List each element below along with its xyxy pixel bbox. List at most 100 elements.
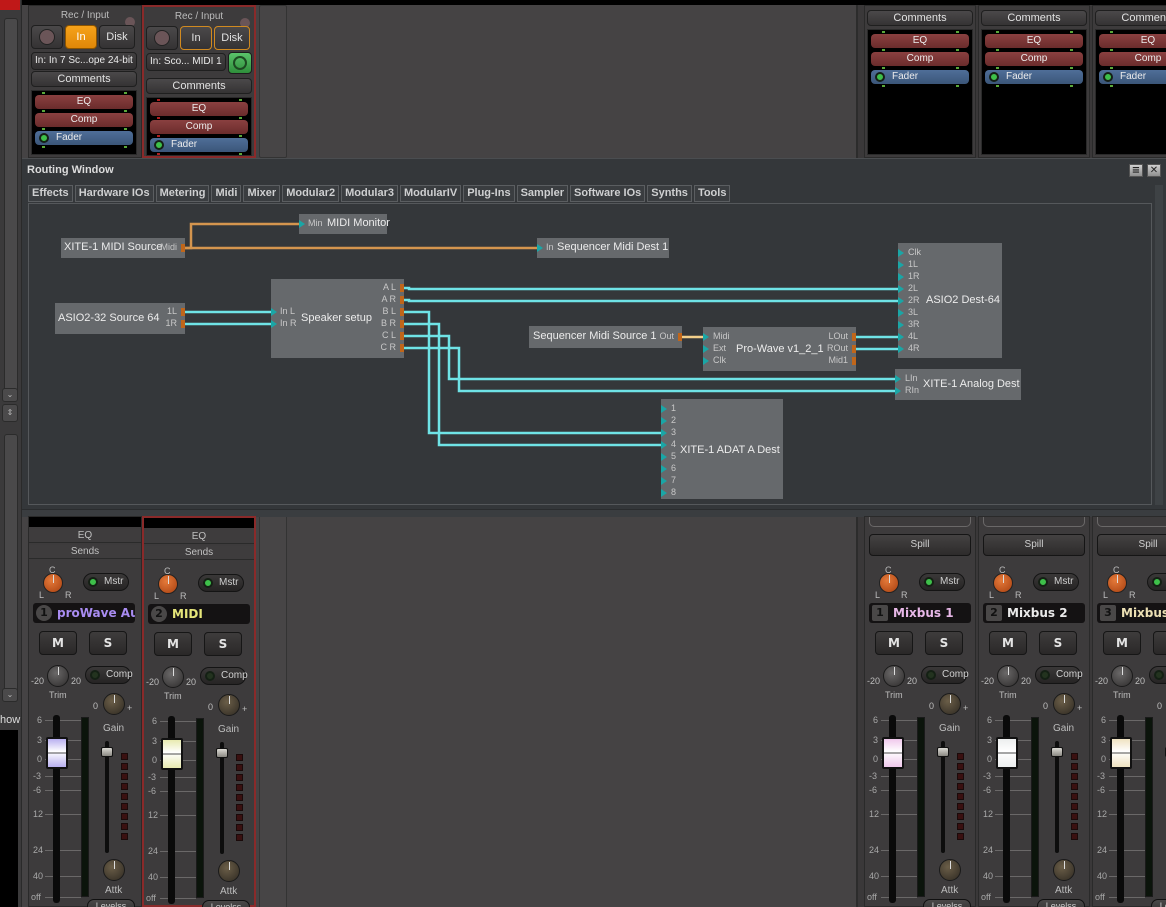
- insert-slot-eq[interactable]: EQ: [150, 102, 248, 116]
- levels-button[interactable]: Levelss: [1151, 899, 1166, 907]
- insert-slot-comp[interactable]: Comp: [985, 52, 1083, 66]
- master-assign-button[interactable]: Mstr: [1147, 573, 1166, 591]
- routing-canvas[interactable]: XITE-1 MIDI Source Midi MIDI Monitor Min Seq…: [28, 203, 1152, 505]
- pan-knob[interactable]: [1107, 573, 1127, 593]
- comments-button[interactable]: Comments: [981, 10, 1087, 26]
- master-assign-button[interactable]: Mstr: [83, 573, 129, 591]
- input-port-icon[interactable]: [661, 489, 667, 497]
- tab-synths[interactable]: Synths: [647, 185, 692, 202]
- output-port-icon[interactable]: [678, 333, 682, 341]
- volume-fader-handle[interactable]: [996, 737, 1018, 769]
- gain-fader-track[interactable]: [220, 742, 224, 854]
- input-port-icon[interactable]: [703, 333, 709, 341]
- output-port-icon[interactable]: [181, 308, 185, 316]
- gain-fader-track[interactable]: [105, 741, 109, 853]
- gain-fader-handle[interactable]: [1051, 747, 1063, 757]
- audio-connection[interactable]: [404, 286, 898, 291]
- pan-knob[interactable]: [993, 573, 1013, 593]
- node-asio-dest[interactable]: ASIO2 Dest-64 Clk 1L 1R 2L 2R 3L 3R 4L 4R: [898, 243, 1002, 358]
- tab-effects[interactable]: Effects: [28, 185, 73, 202]
- mute-button[interactable]: M: [989, 631, 1027, 655]
- left-scrollbar[interactable]: [4, 18, 18, 398]
- volume-fader-handle[interactable]: [882, 737, 904, 769]
- input-port-icon[interactable]: [661, 465, 667, 473]
- mute-button[interactable]: M: [1103, 631, 1141, 655]
- record-arm-button[interactable]: [146, 26, 178, 50]
- input-port-icon[interactable]: [898, 261, 904, 269]
- output-port-icon[interactable]: [400, 308, 404, 316]
- spill-button[interactable]: Spill: [869, 534, 971, 556]
- midi-connector-icon[interactable]: [228, 52, 252, 74]
- gain-knob[interactable]: [1053, 693, 1075, 715]
- tab-modular3[interactable]: Modular3: [341, 185, 399, 202]
- comments-button[interactable]: Comments: [31, 71, 137, 87]
- insert-slot-fader[interactable]: Fader: [150, 138, 248, 152]
- solo-button[interactable]: S: [1153, 631, 1166, 655]
- tab-mixer[interactable]: Mixer: [243, 185, 281, 202]
- comp-button[interactable]: Comp: [85, 666, 133, 684]
- insert-slot-eq[interactable]: EQ: [985, 34, 1083, 48]
- menu-icon[interactable]: ≡: [1129, 164, 1143, 177]
- output-port-icon[interactable]: [852, 333, 856, 341]
- attack-knob[interactable]: [939, 859, 961, 881]
- levels-button[interactable]: Levelss: [87, 899, 135, 907]
- comp-button[interactable]: Comp: [921, 666, 969, 684]
- mute-button[interactable]: M: [154, 632, 192, 656]
- tab-hardware-ios[interactable]: Hardware IOs: [74, 185, 154, 202]
- pan-knob[interactable]: [43, 573, 63, 593]
- tab-modular2[interactable]: Modular2: [282, 185, 340, 202]
- input-selector[interactable]: In: In 7 Sc...ope 24-bit: [31, 52, 137, 70]
- input-port-icon[interactable]: [898, 309, 904, 317]
- volume-fader-handle[interactable]: [161, 738, 183, 770]
- comp-button[interactable]: Comp: [200, 667, 248, 685]
- comp-button[interactable]: Comp: [1149, 666, 1166, 684]
- insert-slot-fader[interactable]: Fader: [35, 131, 133, 145]
- output-port-icon[interactable]: [400, 320, 404, 328]
- tab-metering[interactable]: Metering: [155, 185, 210, 202]
- close-icon[interactable]: ✕: [1147, 164, 1161, 177]
- pan-knob[interactable]: [879, 573, 899, 593]
- input-monitor-button[interactable]: In: [65, 25, 97, 49]
- spill-button[interactable]: Spill: [983, 534, 1085, 556]
- input-port-icon[interactable]: [898, 249, 904, 257]
- volume-fader-handle[interactable]: [1110, 737, 1132, 769]
- tab-software-ios[interactable]: Software IOs: [570, 185, 646, 202]
- mute-button[interactable]: M: [875, 631, 913, 655]
- gain-fader-track[interactable]: [941, 741, 945, 853]
- left-scrollbar-2[interactable]: [4, 434, 18, 702]
- input-port-icon[interactable]: [898, 345, 904, 353]
- levels-button[interactable]: Levelss: [202, 900, 250, 907]
- insert-slot-comp[interactable]: Comp: [150, 120, 248, 134]
- output-port-icon[interactable]: [181, 320, 185, 328]
- insert-slot-fader[interactable]: Fader: [1099, 70, 1166, 84]
- attack-knob[interactable]: [1053, 859, 1075, 881]
- volume-fader-handle[interactable]: [46, 737, 68, 769]
- input-port-icon[interactable]: [271, 308, 277, 316]
- channel-name[interactable]: 3 Mixbus 3: [1097, 603, 1166, 623]
- solo-button[interactable]: S: [204, 632, 242, 656]
- trim-knob[interactable]: [883, 665, 905, 687]
- node-speaker-setup[interactable]: Speaker setup In L In R A L A R B L B R C L C R: [271, 279, 404, 358]
- output-port-icon[interactable]: [400, 296, 404, 304]
- audio-connection[interactable]: [404, 298, 898, 303]
- node-seq-midi-source[interactable]: Sequencer Midi Source 1 Out: [529, 326, 682, 348]
- gain-fader-handle[interactable]: [216, 748, 228, 758]
- output-port-icon[interactable]: [400, 344, 404, 352]
- tab-modulariv[interactable]: ModularIV: [400, 185, 462, 202]
- input-port-icon[interactable]: [537, 244, 543, 252]
- disk-monitor-button[interactable]: Disk: [214, 26, 250, 50]
- output-port-icon[interactable]: [181, 244, 185, 252]
- disk-monitor-button[interactable]: Disk: [99, 25, 135, 49]
- node-prowave[interactable]: Pro-Wave v1_2_1 Midi Ext Clk LOut ROut Mid1: [703, 327, 856, 371]
- levels-button[interactable]: Levelss: [923, 899, 971, 907]
- trim-knob[interactable]: [162, 666, 184, 688]
- channel-name[interactable]: 2 Mixbus 2: [983, 603, 1085, 623]
- input-port-icon[interactable]: [661, 453, 667, 461]
- node-asio-source[interactable]: ASIO2-32 Source 64 1L 1R: [55, 303, 185, 334]
- comments-button[interactable]: Comments: [867, 10, 973, 26]
- master-assign-button[interactable]: Mstr: [919, 573, 965, 591]
- input-port-icon[interactable]: [898, 273, 904, 281]
- tab-tools[interactable]: Tools: [693, 185, 731, 202]
- gain-knob[interactable]: [103, 693, 125, 715]
- scroll-down-icon[interactable]: ⌄: [2, 388, 18, 402]
